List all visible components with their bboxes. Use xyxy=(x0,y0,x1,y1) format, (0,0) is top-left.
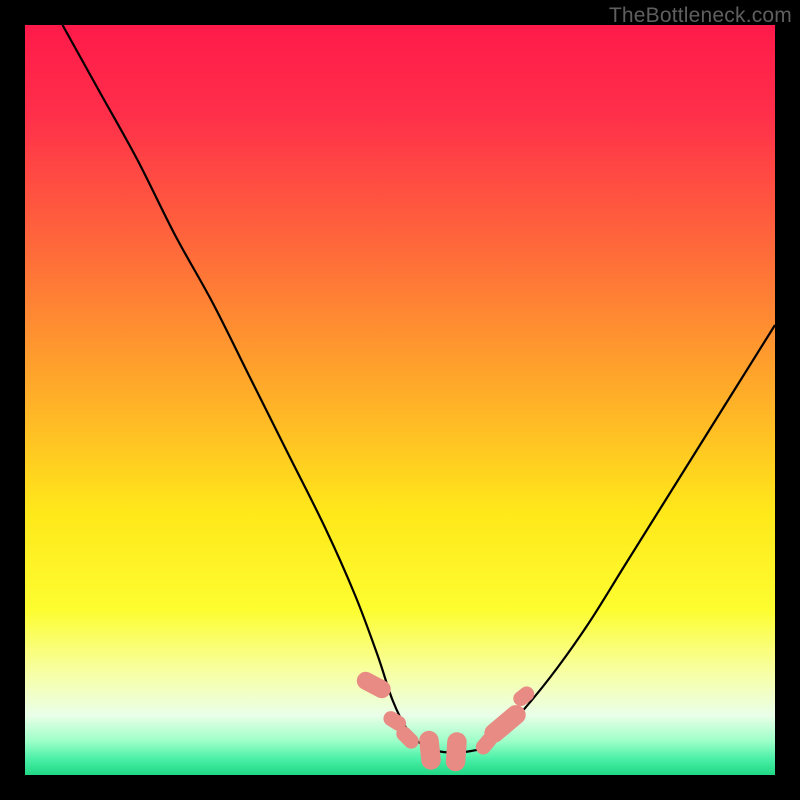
chart-frame: TheBottleneck.com xyxy=(0,0,800,800)
bottleneck-chart xyxy=(25,25,775,775)
plot-area xyxy=(25,25,775,775)
gradient-background xyxy=(25,25,775,775)
marker-pill xyxy=(445,732,467,772)
watermark-text: TheBottleneck.com xyxy=(609,4,792,28)
